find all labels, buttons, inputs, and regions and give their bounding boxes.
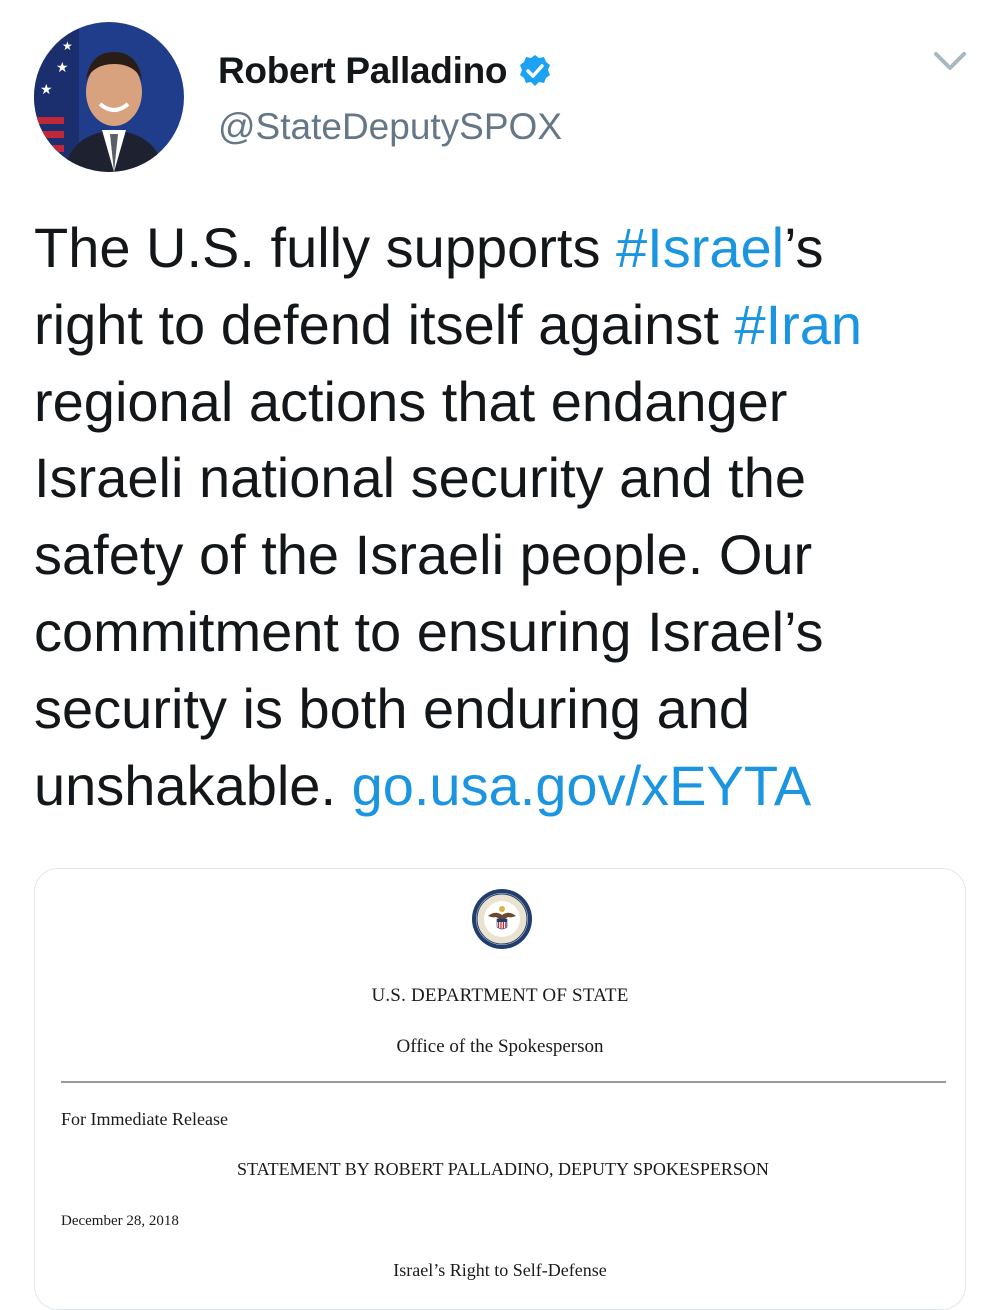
tweet-text-segment: Israeli national security and the: [34, 446, 806, 510]
verified-badge-icon: [517, 53, 553, 89]
tweet-line: regional actions that endanger: [34, 364, 964, 441]
hashtag-link[interactable]: #Israel: [616, 216, 784, 279]
tweet-line: right to defend itself against #Iran: [34, 287, 964, 364]
release-label: For Immediate Release: [61, 1109, 228, 1129]
tweet-text-segment: unshakable.: [34, 753, 352, 817]
svg-text:★: ★: [42, 38, 55, 54]
tweet-line: safety of the Israeli people. Our: [34, 517, 964, 594]
chevron-down-icon[interactable]: [930, 46, 970, 76]
tweet-text-segment: The U.S. fully supports: [34, 216, 617, 279]
divider: [61, 1081, 946, 1083]
url-link[interactable]: go.usa.gov/xEYTA: [352, 754, 812, 817]
svg-text:★: ★: [62, 39, 73, 53]
office-title: Office of the Spokesperson: [396, 1036, 604, 1057]
hashtag-link[interactable]: #Iran: [734, 293, 862, 356]
tweet-text-segment: right to defend itself against: [34, 292, 735, 356]
display-name[interactable]: Robert Palladino: [218, 50, 507, 92]
statement-heading: STATEMENT BY ROBERT PALLADINO, DEPUTY SP…: [237, 1159, 769, 1179]
tweet-header: ★ ★ ★ ★ Robert Palladino @StateDeputySPO…: [0, 0, 998, 190]
tweet-line: unshakable. go.usa.gov/xEYTA: [34, 748, 964, 825]
avatar[interactable]: ★ ★ ★ ★: [34, 22, 184, 172]
tweet-text-segment: safety of the Israeli people. Our: [34, 523, 813, 587]
release-date: December 28, 2018: [61, 1213, 179, 1229]
press-release-document: U.S. DEPARTMENT OF STATE Office of the S…: [35, 869, 965, 1309]
tweet-text-segment: ’s: [784, 216, 824, 279]
tweet-line: security is both enduring and: [34, 671, 964, 748]
profile-photo: ★ ★ ★ ★: [34, 22, 184, 172]
tweet-text-segment: regional actions that endanger: [34, 369, 788, 433]
link-preview-card[interactable]: U.S. DEPARTMENT OF STATE Office of the S…: [34, 868, 966, 1310]
svg-text:★: ★: [56, 60, 69, 76]
tweet-text-segment: commitment to ensuring Israel’s: [34, 599, 824, 663]
department-of-state-seal-icon: [471, 888, 533, 950]
svg-text:★: ★: [40, 82, 53, 98]
tweet-text: The U.S. fully supports #Israel’s right t…: [34, 210, 964, 824]
statement-subject: Israel’s Right to Self-Defense: [393, 1260, 607, 1280]
tweet-line: Israeli national security and the: [34, 440, 964, 517]
department-title: U.S. DEPARTMENT OF STATE: [371, 985, 629, 1006]
name-row: Robert Palladino: [218, 47, 553, 95]
tweet-line: The U.S. fully supports #Israel’s: [34, 210, 964, 287]
tweet-text-segment: security is both enduring and: [34, 676, 750, 740]
user-handle[interactable]: @StateDeputySPOX: [218, 106, 562, 148]
tweet-line: commitment to ensuring Israel’s: [34, 594, 964, 671]
